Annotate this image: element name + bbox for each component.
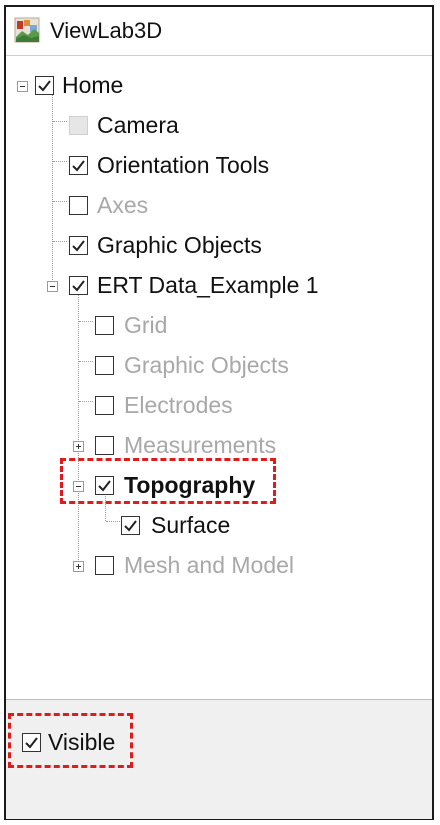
collapse-toggle[interactable] <box>17 81 28 92</box>
tree-item-grid[interactable]: Grid <box>6 310 432 340</box>
tree-item-measurements[interactable]: Measurements <box>6 430 432 460</box>
home-checkbox[interactable] <box>35 76 54 95</box>
viewlab3d-app-icon <box>14 17 40 43</box>
tree-item-label: Electrodes <box>124 392 233 418</box>
tree-item-label: ERT Data_Example 1 <box>97 272 319 298</box>
ert-graphic-objects-checkbox[interactable] <box>95 356 114 375</box>
expand-toggle[interactable] <box>73 441 84 452</box>
collapse-toggle[interactable] <box>47 281 58 292</box>
graphic-objects-checkbox[interactable] <box>69 236 88 255</box>
tree-item-orientation-tools[interactable]: Orientation Tools <box>6 150 432 180</box>
minus-icon <box>20 86 25 87</box>
viewlab3d-window: ViewLab3D Home Camera Orientation Tools … <box>4 5 434 820</box>
grid-checkbox[interactable] <box>95 316 114 335</box>
visible-highlight-box <box>8 713 133 768</box>
measurements-checkbox[interactable] <box>95 436 114 455</box>
expand-toggle[interactable] <box>73 561 84 572</box>
tree-item-electrodes[interactable]: Electrodes <box>6 390 432 420</box>
plus-icon <box>76 444 81 449</box>
surface-checkbox[interactable] <box>121 516 140 535</box>
checkmark-icon <box>72 280 85 292</box>
minus-icon <box>50 286 55 287</box>
tree-item-camera[interactable]: Camera <box>6 110 432 140</box>
tree-item-mesh-and-model[interactable]: Mesh and Model <box>6 550 432 580</box>
plus-icon <box>76 564 81 569</box>
tree-item-ert-graphic-objects[interactable]: Graphic Objects <box>6 350 432 380</box>
window-title: ViewLab3D <box>50 18 163 43</box>
properties-panel: Visible <box>6 699 432 819</box>
checkmark-icon <box>124 520 137 532</box>
tree-item-label: Surface <box>151 512 231 538</box>
topography-highlight-box <box>60 458 276 504</box>
checkmark-icon <box>72 240 85 252</box>
tree-item-label: Grid <box>124 312 168 338</box>
tree-item-label: Graphic Objects <box>124 352 289 378</box>
tree-item-surface[interactable]: Surface <box>6 510 432 540</box>
scene-tree[interactable]: Home Camera Orientation Tools Axes Graph… <box>6 56 432 701</box>
title-bar: ViewLab3D <box>6 7 432 56</box>
tree-item-label: Mesh and Model <box>124 552 295 578</box>
ert-data-checkbox[interactable] <box>69 276 88 295</box>
tree-item-ert-data[interactable]: ERT Data_Example 1 <box>6 270 432 300</box>
tree-item-label: Measurements <box>124 432 277 458</box>
tree-item-label: Home <box>62 72 124 98</box>
tree-item-label: Orientation Tools <box>97 152 270 178</box>
tree-item-label: Graphic Objects <box>97 232 262 258</box>
tree-item-home[interactable]: Home <box>6 70 432 100</box>
tree-item-label: Camera <box>97 112 179 138</box>
tree-item-graphic-objects[interactable]: Graphic Objects <box>6 230 432 260</box>
orientation-tools-checkbox[interactable] <box>69 156 88 175</box>
electrodes-checkbox[interactable] <box>95 396 114 415</box>
camera-checkbox <box>69 116 88 135</box>
tree-item-axes[interactable]: Axes <box>6 190 432 220</box>
checkmark-icon <box>38 80 51 92</box>
tree-item-label: Axes <box>97 192 149 218</box>
mesh-and-model-checkbox[interactable] <box>95 556 114 575</box>
checkmark-icon <box>72 160 85 172</box>
axes-checkbox[interactable] <box>69 196 88 215</box>
